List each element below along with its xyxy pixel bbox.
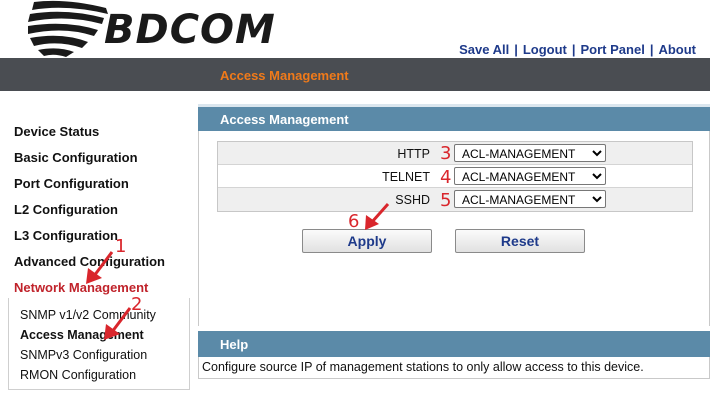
annotation-arrow-6-icon: [365, 203, 390, 230]
link-separator: |: [649, 42, 654, 57]
sidebar-item-l3-configuration[interactable]: L3 Configuration: [14, 228, 118, 243]
annotation-number-4: 4: [440, 167, 452, 188]
page-title: Access Management: [220, 68, 349, 83]
http-label: HTTP: [397, 147, 430, 161]
sidebar-item-basic-configuration[interactable]: Basic Configuration: [14, 150, 138, 165]
save-all-link[interactable]: Save All: [459, 42, 509, 57]
sshd-acl-select[interactable]: ACL-MANAGEMENT: [454, 190, 606, 208]
bdcom-logo: BDCOM: [26, 0, 276, 58]
help-header: Help: [198, 331, 710, 357]
reset-button[interactable]: Reset: [455, 229, 585, 253]
annotation-number-3: 3: [440, 143, 452, 164]
sidebar-item-l2-configuration[interactable]: L2 Configuration: [14, 202, 118, 217]
sidebar-item-device-status[interactable]: Device Status: [14, 124, 99, 139]
annotation-number-5: 5: [440, 190, 452, 211]
acl-row-sshd: SSHD ACL-MANAGEMENT: [218, 188, 692, 211]
link-separator: |: [571, 42, 576, 57]
annotation-arrow-1-icon: [86, 251, 114, 284]
logout-link[interactable]: Logout: [523, 42, 567, 57]
sshd-label: SSHD: [395, 193, 430, 207]
title-bar: Access Management: [0, 58, 710, 91]
help-text: Configure source IP of management statio…: [198, 357, 710, 379]
telnet-label: TELNET: [382, 170, 430, 184]
annotation-arrow-2-icon: [104, 307, 132, 340]
acl-table: HTTP ACL-MANAGEMENT TELNET ACL-MANAGEMEN…: [217, 141, 693, 212]
top-links: Save All | Logout | Port Panel | About: [459, 42, 696, 57]
submenu-item-rmon-configuration[interactable]: RMON Configuration: [20, 368, 136, 382]
annotation-number-1: 1: [115, 236, 127, 257]
annotation-number-6: 6: [348, 211, 360, 232]
network-management-submenu: SNMP v1/v2 Community Access Management S…: [8, 298, 190, 390]
brand-name: BDCOM: [104, 7, 276, 53]
globe-stripes-icon: [28, 0, 108, 57]
submenu-item-snmpv3-configuration[interactable]: SNMPv3 Configuration: [20, 348, 147, 362]
panel-header: Access Management: [198, 107, 710, 131]
apply-button[interactable]: Apply: [302, 229, 432, 253]
telnet-acl-select[interactable]: ACL-MANAGEMENT: [454, 167, 606, 185]
acl-row-http: HTTP ACL-MANAGEMENT: [218, 142, 692, 165]
sidebar-item-port-configuration[interactable]: Port Configuration: [14, 176, 129, 191]
http-acl-select[interactable]: ACL-MANAGEMENT: [454, 144, 606, 162]
link-separator: |: [514, 42, 518, 57]
about-link[interactable]: About: [658, 42, 696, 57]
acl-row-telnet: TELNET ACL-MANAGEMENT: [218, 165, 692, 188]
port-panel-link[interactable]: Port Panel: [581, 42, 645, 57]
